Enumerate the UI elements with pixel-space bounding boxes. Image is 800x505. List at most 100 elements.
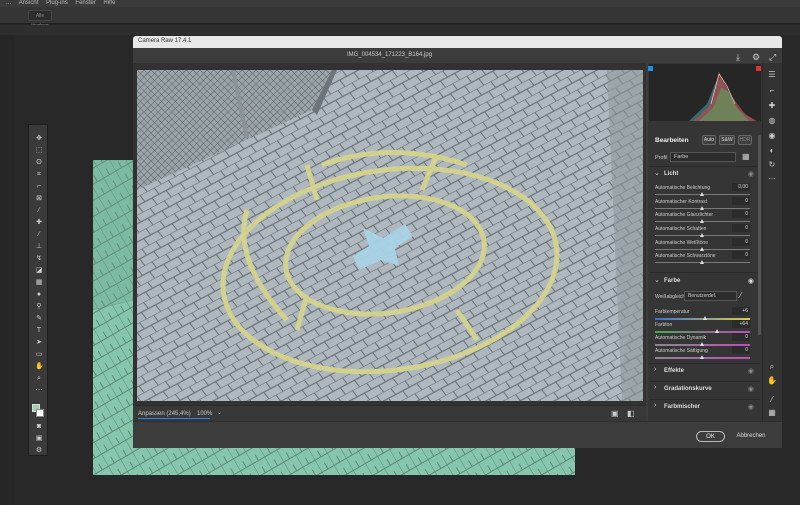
ok-button[interactable]: OK: [696, 431, 725, 442]
slider-blacks[interactable]: Automatische Schwarztöne 0: [655, 251, 750, 267]
crop-icon[interactable]: ⌐: [766, 86, 778, 96]
auto-button[interactable]: Auto: [702, 135, 716, 145]
preview-toggle-icon[interactable]: ▣: [611, 409, 619, 419]
menu-item-window[interactable]: Fenster: [75, 0, 95, 6]
shadow-clipping-indicator[interactable]: [648, 66, 653, 71]
zoom-percent[interactable]: 100%: [197, 411, 212, 417]
red-eye-icon[interactable]: ◉: [766, 131, 778, 141]
hdr-button[interactable]: HDR: [738, 135, 752, 145]
grid-icon[interactable]: ▦: [766, 408, 778, 418]
zoom-tool-icon[interactable]: ⌕: [35, 375, 43, 383]
move-tool-icon[interactable]: ✥: [35, 135, 43, 143]
slider-thumb[interactable]: [715, 329, 720, 333]
more-tools-icon[interactable]: ⋯: [35, 387, 43, 395]
slider-value[interactable]: 0,00: [732, 183, 750, 191]
path-select-tool-icon[interactable]: ➤: [35, 339, 43, 347]
slider-value[interactable]: +6: [732, 307, 750, 315]
profile-select[interactable]: Farbe: [670, 152, 736, 162]
section-farbe[interactable]: ⌄ Farbe ◉: [649, 275, 760, 289]
quick-mask-icon[interactable]: ◙: [35, 423, 43, 431]
white-balance-select[interactable]: Benutzerdef.: [684, 291, 737, 301]
healing-brush-icon[interactable]: ✚: [35, 219, 43, 227]
menu-item-view[interactable]: Ansicht: [19, 0, 39, 6]
section-licht[interactable]: ⌄ Licht ◉: [649, 168, 760, 182]
color-sampler-icon[interactable]: ⁄: [766, 395, 778, 405]
eyedropper-icon[interactable]: ⁄: [740, 291, 741, 300]
section-gradationskurve[interactable]: › Gradationskurve ◉: [649, 383, 760, 397]
save-icon[interactable]: ⤓: [736, 52, 740, 62]
history-brush-icon[interactable]: ↯: [35, 255, 43, 263]
marquee-tool-icon[interactable]: ⬚: [35, 147, 43, 155]
slider-value[interactable]: 0: [732, 251, 750, 259]
chevron-down-icon[interactable]: ⌄: [217, 409, 222, 416]
healing-icon[interactable]: ✚: [766, 101, 778, 111]
slider-value[interactable]: 0: [732, 238, 750, 246]
highlight-clipping-indicator[interactable]: [756, 66, 761, 71]
gradient-tool-icon[interactable]: ▦: [35, 279, 43, 287]
zoom-icon[interactable]: ⌕: [766, 362, 778, 372]
blur-tool-icon[interactable]: ●: [35, 291, 43, 299]
slider-thumb[interactable]: [700, 247, 704, 251]
slider-saturation[interactable]: Automatische Sättigung 0: [655, 346, 750, 362]
menu-item-plugins[interactable]: Plug-ins: [46, 0, 68, 6]
slider-value[interactable]: 0: [732, 197, 750, 205]
cancel-button[interactable]: Abbrechen: [733, 431, 769, 442]
presets-icon[interactable]: ◐: [766, 146, 778, 156]
profile-browser-icon[interactable]: ▦: [742, 152, 752, 162]
menu-item-help[interactable]: Hilfe: [103, 0, 115, 6]
slider-thumb[interactable]: [700, 342, 704, 346]
snapshots-icon[interactable]: ↻: [766, 160, 778, 170]
brush-tool-icon[interactable]: ∕: [35, 231, 43, 239]
slider-value[interactable]: 0: [732, 224, 750, 232]
eye-icon[interactable]: ◉: [748, 367, 754, 375]
menu-item[interactable]: ...: [6, 0, 11, 6]
eye-icon[interactable]: ◉: [748, 403, 754, 411]
slider-thumb[interactable]: [700, 219, 704, 223]
pen-tool-icon[interactable]: ✎: [35, 315, 43, 323]
lasso-tool-icon[interactable]: ʘ: [35, 159, 43, 167]
background-color-swatch[interactable]: [36, 409, 44, 417]
section-effekte[interactable]: › Effekte ◉: [649, 365, 760, 379]
section-farbmischer[interactable]: › Farbmischer ◉: [649, 401, 760, 415]
edit-sliders-icon[interactable]: ☰: [766, 70, 778, 80]
slider-thumb[interactable]: [702, 316, 707, 320]
slider-value[interactable]: +64: [732, 320, 750, 328]
preview-image[interactable]: [137, 70, 643, 401]
panel-scrollbar[interactable]: [758, 135, 761, 335]
slider-thumb[interactable]: [700, 260, 704, 264]
clear-all-button[interactable]: Alle löschen: [28, 10, 52, 29]
slider-thumb[interactable]: [700, 233, 704, 237]
type-tool-icon[interactable]: T: [35, 327, 43, 335]
chevron-right-icon: ›: [654, 366, 657, 373]
slider-value[interactable]: 0: [732, 346, 750, 354]
zoom-fit-label[interactable]: Anpassen (245,4%): [138, 411, 191, 417]
eye-icon[interactable]: ◉: [748, 277, 754, 285]
slider-thumb[interactable]: [700, 192, 704, 196]
masking-icon[interactable]: ◍: [766, 116, 778, 126]
object-select-tool-icon[interactable]: ⌗: [35, 171, 43, 179]
fullscreen-icon[interactable]: ⤢: [769, 52, 776, 62]
dodge-tool-icon[interactable]: ⚲: [35, 303, 43, 311]
slider-thumb[interactable]: [700, 206, 704, 210]
slider-value[interactable]: 0: [732, 333, 750, 341]
toolbar-edit-icon[interactable]: ⚙: [35, 447, 43, 455]
bw-button[interactable]: S&W: [719, 135, 735, 145]
frame-tool-icon[interactable]: ⊠: [35, 195, 43, 203]
stamp-tool-icon[interactable]: ⊥: [35, 243, 43, 251]
slider-value[interactable]: 0: [732, 210, 750, 218]
eye-icon[interactable]: ◉: [748, 170, 754, 178]
more-options-icon[interactable]: ⋯: [766, 174, 778, 184]
eraser-tool-icon[interactable]: ◪: [35, 267, 43, 275]
eye-icon[interactable]: ◉: [748, 385, 754, 393]
rectangle-tool-icon[interactable]: ▭: [35, 351, 43, 359]
hand-icon[interactable]: ✋: [766, 376, 778, 386]
eyedropper-tool-icon[interactable]: ⁄: [35, 207, 43, 215]
screen-mode-icon[interactable]: ▣: [35, 435, 43, 443]
before-after-icon[interactable]: ◧: [627, 409, 635, 419]
crop-tool-icon[interactable]: ⌐: [35, 183, 43, 191]
dialog-title-bar[interactable]: Camera Raw 17.4.1: [133, 36, 782, 48]
histogram: [649, 64, 761, 121]
hand-tool-icon[interactable]: ✋: [35, 363, 44, 371]
gear-icon[interactable]: ⚙: [752, 52, 760, 62]
slider-thumb[interactable]: [700, 355, 704, 359]
